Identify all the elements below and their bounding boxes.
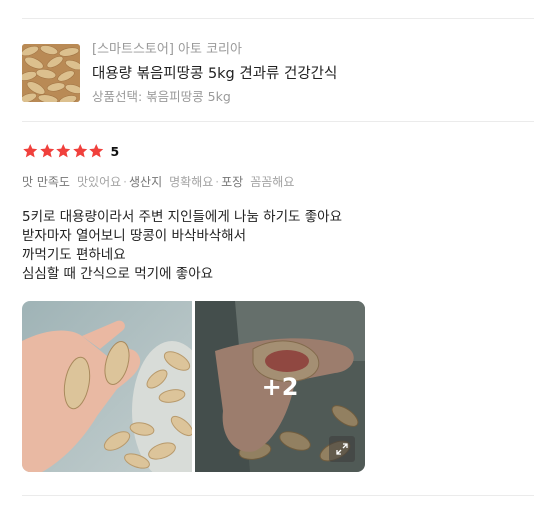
review-photo-1[interactable] xyxy=(22,301,192,472)
top-divider xyxy=(22,18,534,19)
review-line: 심심할 때 간식으로 먹기에 좋아요 xyxy=(22,266,214,282)
tag-key-origin: 생산지 xyxy=(128,175,163,189)
product-name[interactable]: 대용량 볶음피땅콩 5kg 견과류 건강간식 xyxy=(92,64,337,84)
product-option: 상품선택: 볶음피땅콩 5kg xyxy=(92,89,231,104)
expand-button[interactable] xyxy=(329,436,355,462)
tag-separator: · xyxy=(123,175,127,189)
star-icon xyxy=(56,144,71,158)
review-text: 5키로 대용량이라서 주변 지인들에게 나눔 하기도 좋아요 받자마자 열어보니… xyxy=(22,208,342,284)
expand-icon xyxy=(336,443,348,455)
product-thumbnail[interactable] xyxy=(22,44,80,102)
tag-value-packaging: 꼼꼼해요 xyxy=(250,175,295,189)
tag-key-packaging: 포장 xyxy=(221,175,244,189)
tag-separator: · xyxy=(215,175,220,189)
rating: 5 xyxy=(22,142,119,160)
tag-value-origin: 명확해요 xyxy=(169,175,214,189)
review-line: 까먹기도 편하네요 xyxy=(22,247,126,263)
bottom-divider xyxy=(22,495,534,496)
tag-value-taste: 맛있어요 xyxy=(76,175,122,189)
star-icon xyxy=(89,144,104,158)
review-line: 받자마자 열어보니 땅콩이 바삭바삭해서 xyxy=(22,228,247,244)
product-info[interactable]: [스마트스토어] 아토 코리아 대용량 볶음피땅콩 5kg 견과류 건강간식 상… xyxy=(22,42,512,106)
star-icon xyxy=(39,144,54,158)
review-tags: 맛 만족도 맛있어요 · 생산지 명확해요 · 포장 꼼꼼해요 xyxy=(22,174,294,190)
product-divider xyxy=(22,121,534,122)
review-photo-2[interactable]: +2 xyxy=(195,301,365,472)
tag-key-taste: 맛 만족도 xyxy=(22,175,70,189)
rating-score: 5 xyxy=(110,143,120,159)
review-line: 5키로 대용량이라서 주변 지인들에게 나눔 하기도 좋아요 xyxy=(22,209,342,225)
star-icon xyxy=(23,144,38,158)
rating-stars xyxy=(22,143,105,159)
store-name[interactable]: [스마트스토어] 아토 코리아 xyxy=(92,42,337,58)
star-icon xyxy=(72,144,87,158)
review-photos: +2 xyxy=(22,301,365,472)
